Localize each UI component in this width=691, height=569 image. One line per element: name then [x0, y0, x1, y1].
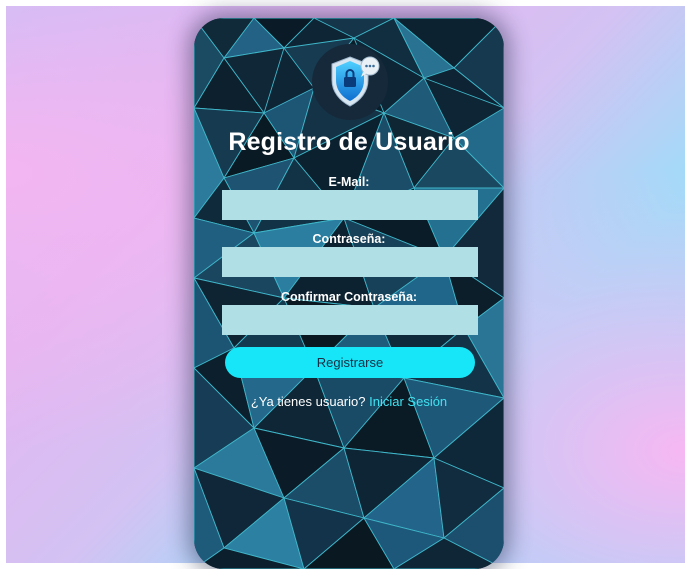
password-label: Contraseña: — [312, 232, 386, 246]
confirm-password-label: Confirmar Contraseña: — [280, 290, 418, 304]
password-field[interactable] — [222, 247, 478, 277]
login-prompt: ¿Ya tienes usuario? Iniciar Sesión — [194, 394, 504, 409]
login-prompt-text: ¿Ya tienes usuario? — [250, 394, 366, 409]
login-link[interactable]: Iniciar Sesión — [369, 394, 447, 409]
confirm-password-field[interactable] — [222, 305, 478, 335]
email-label: E-Mail: — [328, 175, 370, 189]
register-card: Registro de Usuario E-Mail: Contraseña: … — [194, 18, 504, 569]
logo — [312, 44, 388, 120]
register-button[interactable]: Registrarse — [225, 347, 475, 378]
page-title: Registro de Usuario — [228, 128, 470, 156]
shield-chat-icon — [331, 56, 380, 107]
email-field[interactable] — [222, 190, 478, 220]
